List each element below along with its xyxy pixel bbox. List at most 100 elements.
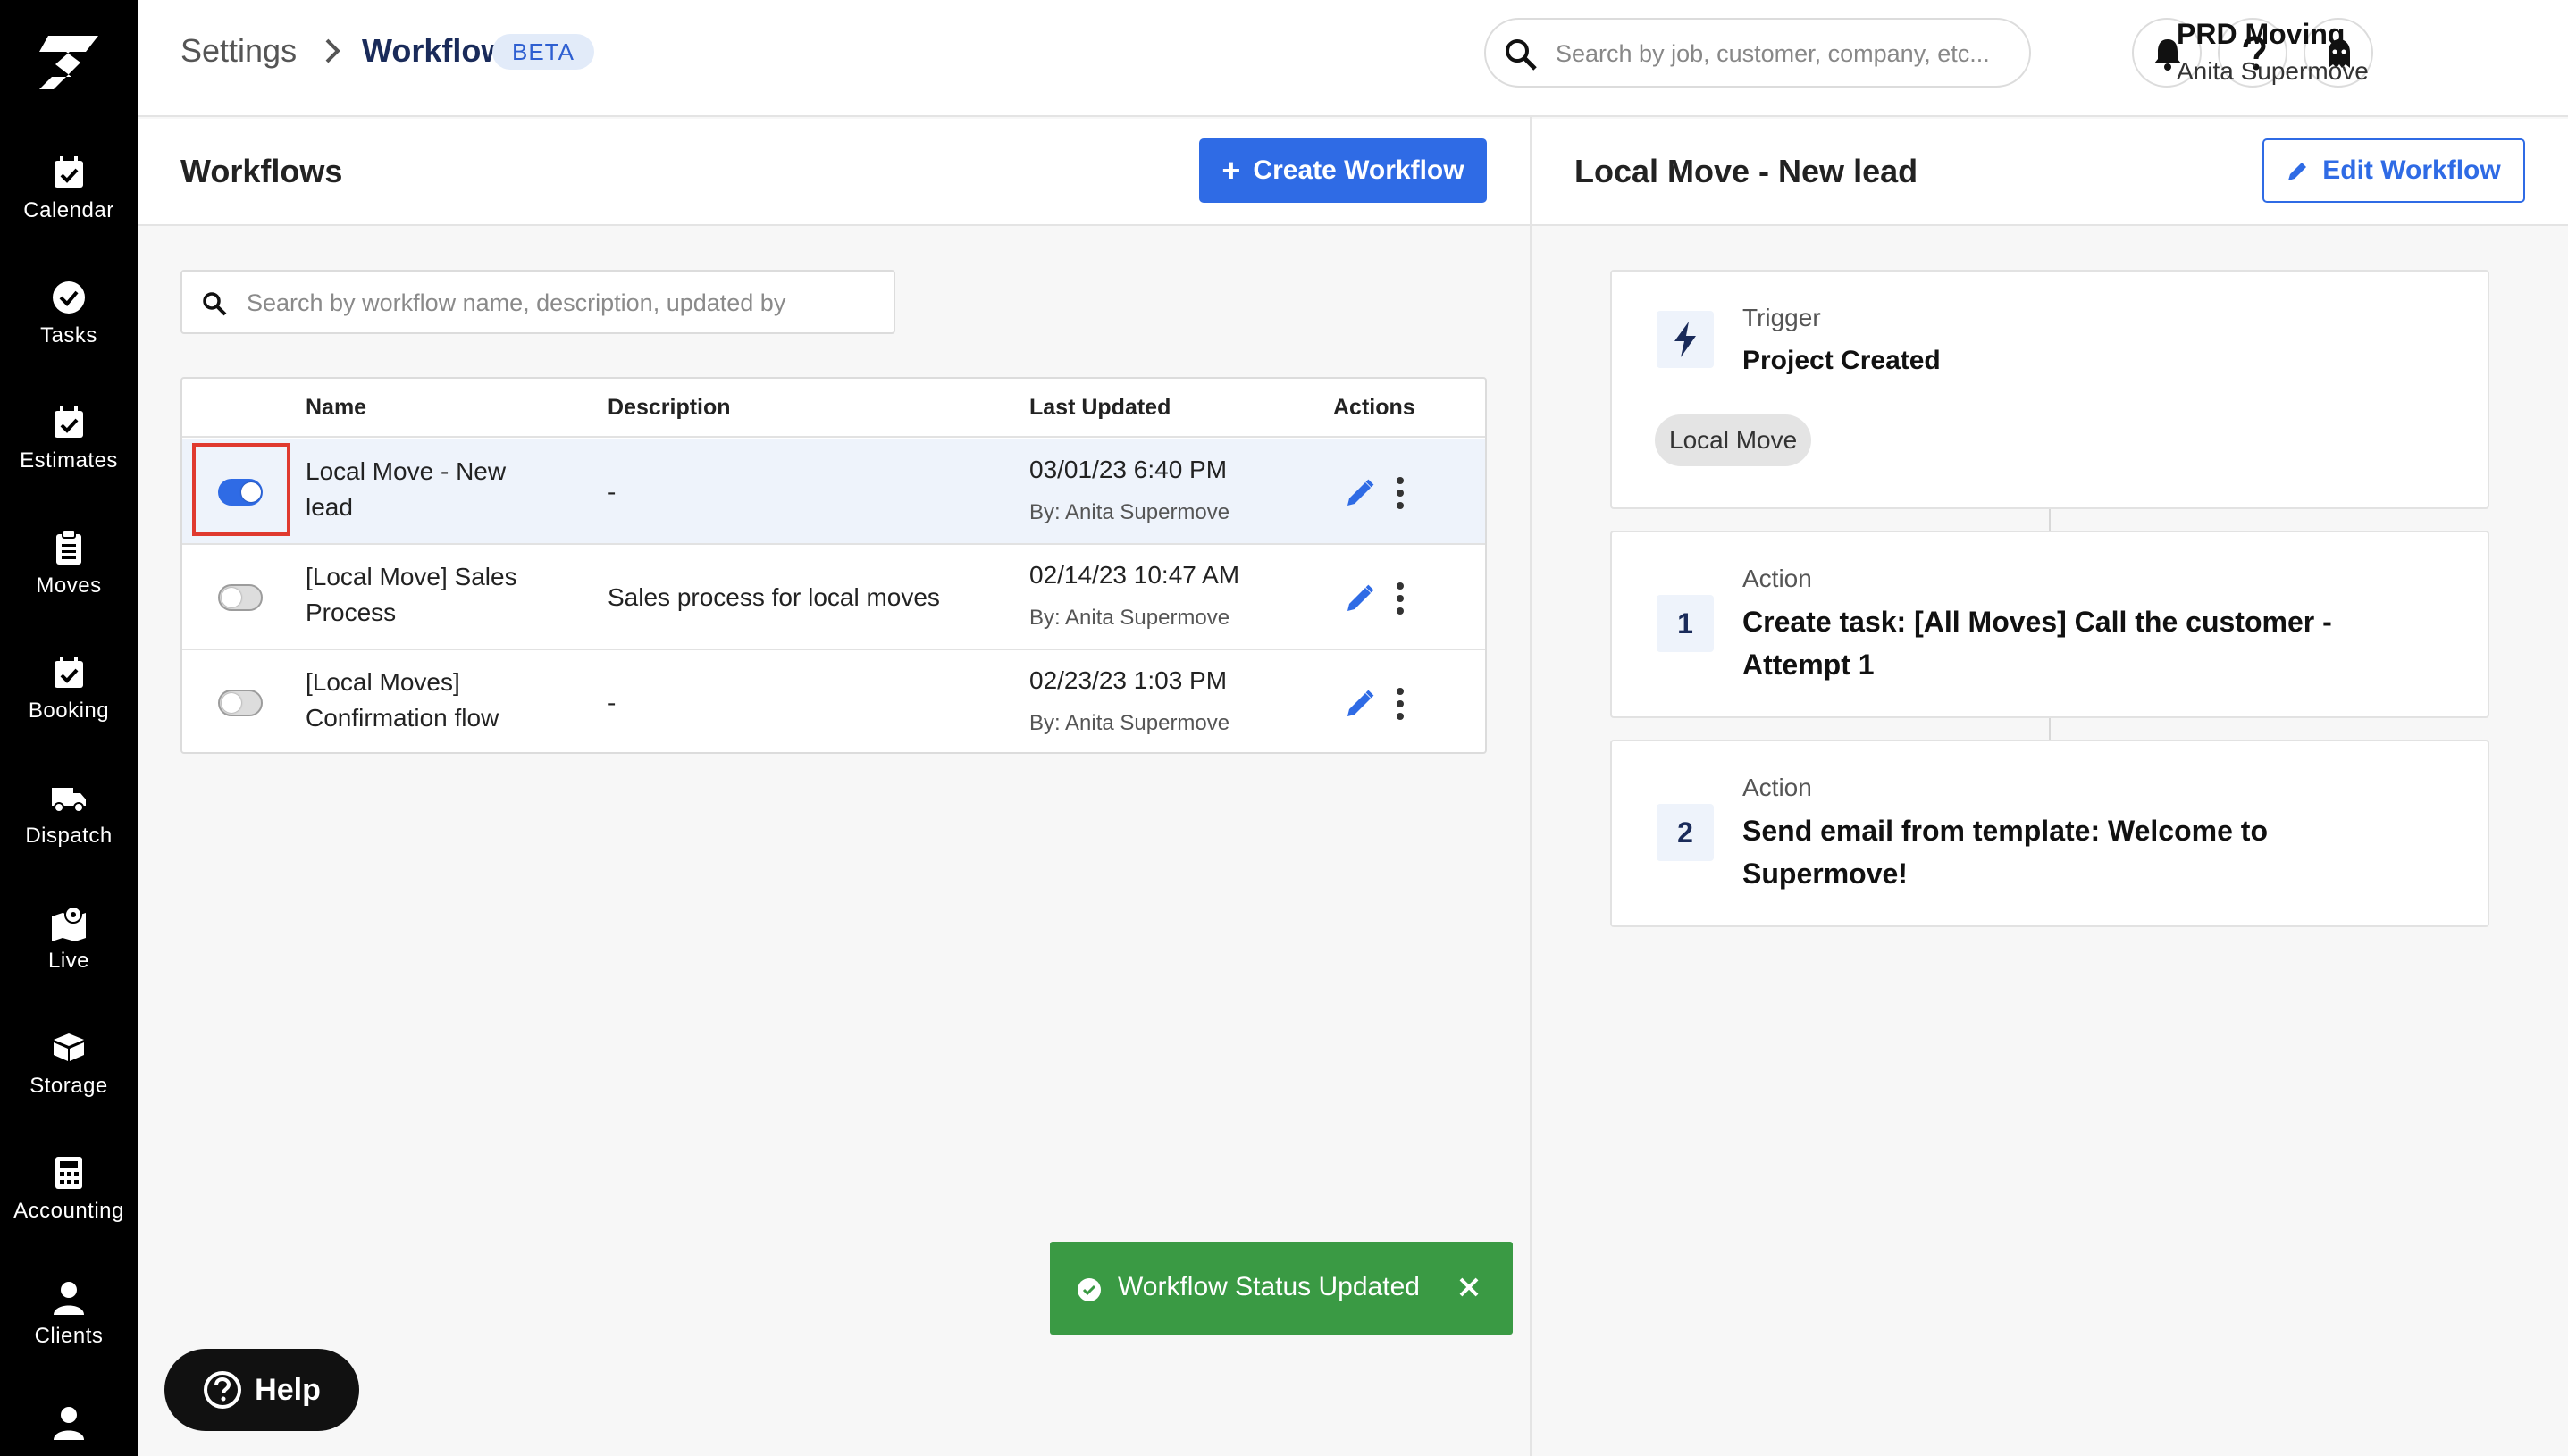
breadcrumb-settings[interactable]: Settings (180, 32, 297, 70)
sidebar-item-label: Calendar (23, 198, 114, 222)
toggle-highlight-box (192, 443, 290, 536)
workflow-status-toggle[interactable] (218, 584, 263, 611)
sidebar-item-live[interactable]: Live (0, 904, 138, 1002)
action-card[interactable]: 1 Action Create task: [All Moves] Call t… (1610, 531, 2489, 718)
workflow-name: [Local Moves] Confirmation flow (306, 668, 499, 732)
sidebar-item-label: Live (47, 949, 90, 973)
more-vertical-icon[interactable] (1394, 475, 1406, 511)
sidebar-item-booking[interactable]: Booking (0, 654, 138, 752)
panel-title: Workflows (180, 153, 343, 189)
sidebar-item-label: Moves (36, 573, 102, 598)
check-circle-icon (1078, 1278, 1101, 1301)
trigger-icon-box (1657, 311, 1714, 368)
sidebar-item-label: Storage (29, 1074, 108, 1098)
truck-icon (52, 788, 86, 813)
sidebar-item-clients[interactable]: Clients (0, 1279, 138, 1377)
user-icon (54, 1282, 84, 1315)
sidebar-item-label: Tasks (40, 323, 97, 347)
user-name[interactable]: Anita Supermove (2177, 57, 2369, 86)
column-actions: Actions (1333, 395, 1415, 420)
create-workflow-label: Create Workflow (1253, 155, 1464, 185)
calendar-check-icon (55, 156, 83, 188)
sidebar-item-estimates[interactable]: Estimates (0, 404, 138, 502)
step-connector (2049, 718, 2051, 740)
workflows-table: Name Description Last Updated Actions Lo… (180, 377, 1487, 754)
top-bar: Settings Workflows BETA PRD Moving Anita… (138, 0, 2568, 117)
sidebar-item-storage[interactable]: Storage (0, 1029, 138, 1127)
workflow-search-input[interactable] (247, 286, 872, 320)
beta-badge: BETA (492, 34, 594, 70)
table-row[interactable]: [Local Move] Sales Process Sales process… (182, 545, 1485, 650)
supermove-logo[interactable] (36, 32, 102, 91)
sidebar-item-label: Accounting (13, 1199, 124, 1223)
search-icon (1506, 39, 1537, 71)
action-title: Create task: [All Moves] Call the custom… (1742, 606, 2332, 681)
sidebar-item-label: Estimates (20, 448, 118, 473)
sidebar-item-label: Booking (28, 699, 110, 723)
action-card[interactable]: 2 Action Send email from template: Welco… (1610, 740, 2489, 927)
sidebar-item-label: Dispatch (25, 824, 113, 848)
workflow-description: - (608, 689, 617, 716)
sidebar-item-accounting[interactable]: Accounting (0, 1154, 138, 1252)
column-last-updated: Last Updated (1029, 395, 1171, 420)
workflow-last-updated: 03/01/23 6:40 PM (1029, 456, 1228, 483)
workflow-name: Local Move - New lead (306, 457, 507, 521)
toggle-knob (222, 693, 241, 713)
workflow-status-toggle[interactable] (218, 690, 263, 716)
sidebar-item-tasks[interactable]: Tasks (0, 279, 138, 377)
workflow-description: - (608, 478, 617, 506)
user-icon (54, 1407, 84, 1440)
sidebar-item-dispatch[interactable]: Dispatch (0, 779, 138, 877)
clipboard-icon (56, 530, 81, 565)
workflow-updated-by: By: Anita Supermove (1029, 606, 1230, 630)
table-header: Name Description Last Updated Actions (182, 379, 1485, 438)
pencil-icon[interactable] (1344, 477, 1376, 509)
global-search[interactable] (1484, 18, 2031, 88)
table-row[interactable]: Local Move - New lead - 03/01/23 6:40 PM… (182, 439, 1485, 545)
toast-message: Workflow Status Updated (1118, 1272, 1420, 1301)
action-label: Action (1742, 565, 1812, 592)
more-vertical-icon[interactable] (1394, 686, 1406, 722)
action-title: Send email from template: Welcome to Sup… (1742, 815, 2268, 890)
help-label: Help (255, 1372, 321, 1407)
sidebar-item-label: Clients (34, 1324, 104, 1348)
action-step-number: 1 (1657, 595, 1714, 652)
sidebar: Calendar Tasks Estimates Moves Booking D… (0, 0, 138, 1456)
map-pin-icon (52, 906, 86, 941)
table-row[interactable]: [Local Moves] Confirmation flow - 02/23/… (182, 650, 1485, 752)
sidebar-item-more[interactable] (0, 1404, 138, 1456)
check-circle-icon (53, 281, 85, 314)
create-workflow-button[interactable]: + Create Workflow (1199, 138, 1487, 203)
workflow-name: [Local Move] Sales Process (306, 563, 517, 626)
step-connector (2049, 509, 2051, 531)
boxes-icon (54, 1033, 84, 1061)
chevron-right-icon (325, 38, 340, 63)
trigger-title: Project Created (1742, 346, 1941, 375)
calendar-check-icon (55, 657, 83, 688)
trigger-card[interactable]: Trigger Project Created Local Move (1610, 270, 2489, 509)
pencil-icon[interactable] (1344, 688, 1376, 720)
toggle-knob (222, 588, 241, 607)
search-icon (203, 292, 227, 316)
global-search-input[interactable] (1556, 34, 2020, 73)
edit-workflow-button[interactable]: Edit Workflow (2262, 138, 2525, 203)
plus-icon: + (1221, 152, 1241, 188)
panel-divider (1530, 117, 1532, 1456)
pencil-icon[interactable] (1344, 582, 1376, 615)
workflow-search[interactable] (180, 270, 895, 334)
status-toast: Workflow Status Updated (1050, 1242, 1513, 1335)
lightning-bolt-icon (1674, 322, 1696, 357)
company-name[interactable]: PRD Moving (2177, 18, 2345, 51)
sidebar-item-moves[interactable]: Moves (0, 529, 138, 627)
more-vertical-icon[interactable] (1394, 581, 1406, 616)
action-label: Action (1742, 774, 1812, 801)
help-button[interactable]: Help (164, 1349, 359, 1431)
workflow-updated-by: By: Anita Supermove (1029, 711, 1230, 735)
calendar-check-icon (55, 406, 83, 438)
workflow-last-updated: 02/23/23 1:03 PM (1029, 666, 1228, 694)
close-icon[interactable] (1457, 1276, 1481, 1299)
workflow-detail-header: Local Move - New lead Edit Workflow (1532, 119, 2568, 226)
column-name: Name (306, 395, 367, 420)
workflow-updated-by: By: Anita Supermove (1029, 500, 1230, 524)
sidebar-item-calendar[interactable]: Calendar (0, 154, 138, 252)
